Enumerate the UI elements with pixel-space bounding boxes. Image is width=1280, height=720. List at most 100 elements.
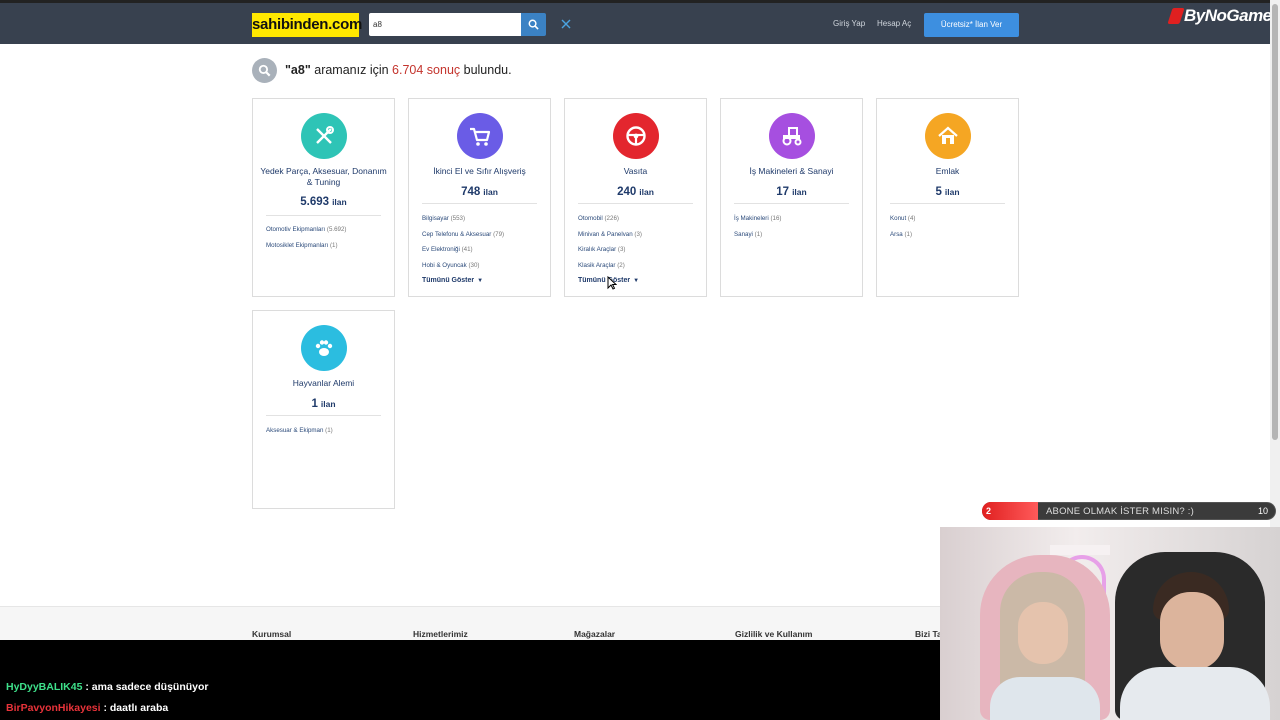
divider [266, 215, 381, 216]
steering-wheel-icon [626, 126, 646, 146]
subcategory-link[interactable]: Otomotiv Ekipmanları (5.692) [266, 225, 391, 241]
footer-link-services[interactable]: Hizmetlerimiz [413, 629, 468, 639]
webcam-feed [940, 527, 1280, 720]
category-icon-circle [457, 113, 503, 159]
category-count-unit: ilan [483, 187, 498, 197]
chat-text: : ama sadece düşünüyor [82, 681, 209, 693]
webcam-shelf [1050, 545, 1110, 555]
category-count-number: 17 [776, 186, 790, 198]
category-card[interactable]: Emlak 5 ilan Konut (4) Arsa (1) [876, 98, 1019, 297]
register-link[interactable]: Hesap Aç [877, 19, 911, 28]
subcategory-link[interactable]: Aksesuar & Ekipman (1) [266, 426, 391, 442]
search-icon [528, 19, 539, 30]
subcategory-link[interactable]: Hobi & Oyuncak (30) [422, 261, 547, 277]
category-icon-circle [301, 113, 347, 159]
home-icon [938, 126, 958, 144]
chat-message: BirPavyonHikayesi : daatlı araba [6, 702, 168, 714]
category-count-number: 1 [311, 398, 318, 410]
subcategory-link[interactable]: Motosiklet Ekipmanları (1) [266, 241, 391, 257]
footer-link-follow[interactable]: Bizi Ta [915, 629, 942, 639]
subcategory-link[interactable]: Cep Telefonu & Aksesuar (79) [422, 230, 547, 246]
category-count: 1 ilan [257, 394, 390, 412]
footer-link-privacy[interactable]: Gizlilik ve Kullanım [735, 629, 812, 639]
subscribe-text: ABONE OLMAK İSTER MISIN? :) [1046, 506, 1194, 517]
magnifier-icon [258, 64, 271, 77]
category-icon-circle [769, 113, 815, 159]
subcategory-link[interactable]: Sanayi (1) [734, 230, 859, 246]
category-title[interactable]: İkinci El ve Sıfır Alışveriş [413, 166, 546, 177]
category-count-number: 5 [935, 186, 942, 198]
top-navigation-bar [0, 0, 1270, 44]
caret-down-icon: ▼ [633, 278, 640, 284]
mouse-cursor-icon [607, 276, 617, 290]
category-card[interactable]: Vasıta 240 ilan Otomobil (226) Minivan & … [564, 98, 707, 297]
site-logo[interactable]: sahibinden.com [252, 13, 362, 37]
category-card[interactable]: Hayvanlar Alemi 1 ilan Aksesuar & Ekipman… [252, 310, 395, 509]
subcategory-list: Konut (4) Arsa (1) [890, 214, 1015, 245]
divider [578, 203, 693, 204]
bynogame-label: ByNoGame [1184, 6, 1272, 25]
caret-down-icon: ▼ [477, 278, 484, 284]
subcategory-list: Bilgisayar (553) Cep Telefonu & Aksesuar… [422, 214, 547, 276]
category-count: 748 ilan [413, 182, 546, 200]
show-all-link[interactable]: Tümünü Göster ▼ [422, 277, 483, 284]
category-title[interactable]: Emlak [881, 166, 1014, 177]
category-count-unit: ilan [639, 187, 654, 197]
result-count: 6.704 sonuç [392, 63, 461, 77]
cart-icon [470, 127, 491, 146]
tools-icon [316, 126, 334, 144]
subcategory-link[interactable]: Otomobil (226) [578, 214, 703, 230]
login-link[interactable]: Giriş Yap [833, 19, 865, 28]
subcategory-list: Aksesuar & Ekipman (1) [266, 426, 391, 442]
clear-search-button[interactable] [558, 16, 574, 32]
subscribe-goal: 10 [1258, 506, 1269, 516]
category-title[interactable]: Hayvanlar Alemi [257, 378, 390, 389]
category-card[interactable]: İkinci El ve Sıfır Alışveriş 748 ilan Bil… [408, 98, 551, 297]
subcategory-list: Otomotiv Ekipmanları (5.692) Motosiklet … [266, 225, 391, 256]
chat-text: : daatlı araba [100, 702, 169, 714]
subcategory-link[interactable]: Ev Elektroniği (41) [422, 245, 547, 261]
search-button[interactable] [521, 13, 546, 36]
result-middle: aramanız için [310, 63, 393, 77]
category-card[interactable]: Yedek Parça, Aksesuar, Donanım & Tuning … [252, 98, 395, 297]
subcategory-link[interactable]: Minivan & Panelvan (3) [578, 230, 703, 246]
subcategory-link[interactable]: İş Makineleri (16) [734, 214, 859, 230]
subcategory-link[interactable]: Konut (4) [890, 214, 1015, 230]
chat-message: HyDyyBALIK45 : ama sadece düşünüyor [6, 681, 209, 693]
subcategory-link[interactable]: Bilgisayar (553) [422, 214, 547, 230]
footer-link-kurumsal[interactable]: Kurumsal [252, 629, 291, 639]
divider [266, 415, 381, 416]
category-count-number: 748 [461, 186, 481, 198]
post-ad-button[interactable]: Ücretsiz* İlan Ver [924, 13, 1019, 37]
result-summary: "a8" aramanız için 6.704 sonuç bulundu. [285, 63, 512, 77]
category-card[interactable]: İş Makineleri & Sanayi 17 ilan İş Makinel… [720, 98, 863, 297]
category-icon-circle [925, 113, 971, 159]
search-input[interactable]: a8 [369, 13, 521, 36]
footer-link-stores[interactable]: Mağazalar [574, 629, 615, 639]
browser-edge [0, 0, 1270, 3]
category-count-number: 5.693 [300, 196, 330, 208]
webcam-body-right [1120, 667, 1270, 720]
category-count-unit: ilan [792, 187, 807, 197]
category-title[interactable]: Vasıta [569, 166, 702, 177]
chat-username: HyDyyBALIK45 [6, 681, 83, 693]
chat-username: BirPavyonHikayesi [6, 702, 101, 714]
category-count-unit: ilan [332, 197, 347, 207]
webcam-face-left [1018, 602, 1068, 664]
category-count-unit: ilan [320, 399, 336, 409]
result-query: "a8" [285, 63, 311, 77]
subscribe-current: 2 [986, 506, 992, 516]
subcategory-list: İş Makineleri (16) Sanayi (1) [734, 214, 859, 245]
result-search-icon [252, 58, 277, 83]
category-icon-circle [613, 113, 659, 159]
category-count: 17 ilan [725, 182, 858, 200]
result-suffix: bulundu. [460, 63, 512, 77]
scrollbar-thumb[interactable] [1272, 4, 1278, 440]
subcategory-link[interactable]: Klasik Araçlar (2) [578, 261, 703, 277]
category-title[interactable]: İş Makineleri & Sanayi [725, 166, 858, 177]
divider [890, 203, 1005, 204]
divider [734, 203, 849, 204]
subcategory-link[interactable]: Arsa (1) [890, 230, 1015, 246]
subcategory-link[interactable]: Kiralık Araçlar (3) [578, 245, 703, 261]
category-title[interactable]: Yedek Parça, Aksesuar, Donanım & Tuning [257, 166, 390, 188]
